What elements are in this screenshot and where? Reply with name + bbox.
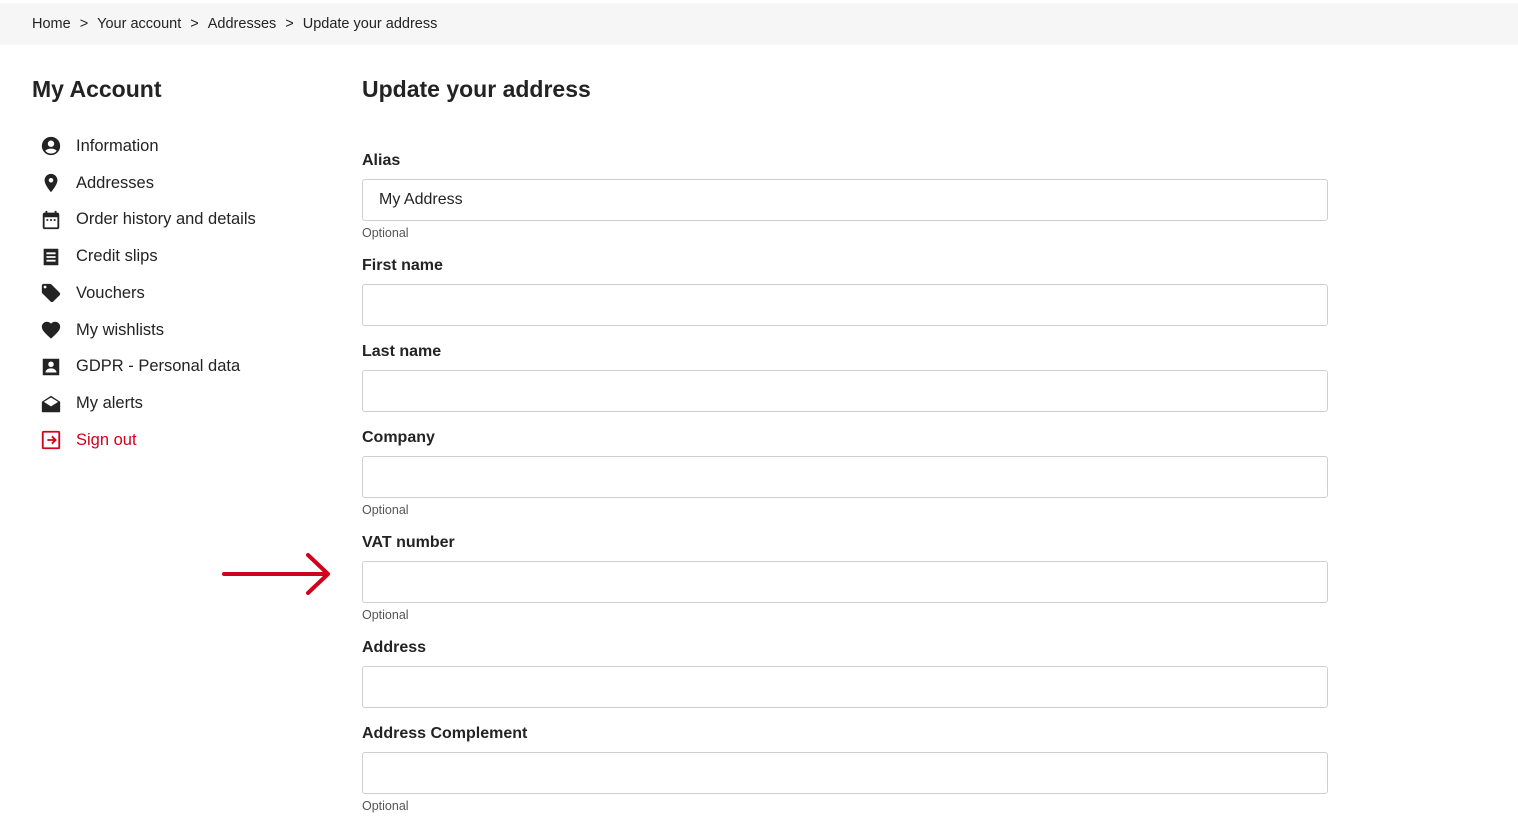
breadcrumb-addresses[interactable]: Addresses xyxy=(208,16,277,32)
address-complement-label: Address Complement xyxy=(362,725,528,742)
address-complement-field[interactable] xyxy=(362,752,1328,794)
sidebar-nav: Information Addresses Order history and … xyxy=(40,128,256,459)
sidebar-item-vouchers[interactable]: Vouchers xyxy=(40,275,256,312)
breadcrumb-separator: > xyxy=(79,16,89,32)
calendar-icon xyxy=(40,209,62,231)
sidebar-item-label: My alerts xyxy=(76,394,143,413)
address-field[interactable] xyxy=(362,666,1328,708)
red-arrow-icon xyxy=(222,552,334,601)
breadcrumb: Home > Your account > Addresses > Update… xyxy=(0,3,1518,45)
sidebar-item-gdpr[interactable]: GDPR - Personal data xyxy=(40,349,256,386)
first-name-field[interactable] xyxy=(362,284,1328,326)
sidebar-item-sign-out[interactable]: Sign out xyxy=(40,422,256,459)
sidebar-item-wishlists[interactable]: My wishlists xyxy=(40,312,256,349)
address-complement-hint: Optional xyxy=(362,799,409,813)
sidebar-item-label: My wishlists xyxy=(76,320,165,339)
last-name-label: Last name xyxy=(362,343,442,360)
page-title: Update your address xyxy=(362,76,591,102)
sidebar-item-label: Addresses xyxy=(76,173,154,192)
alias-field[interactable] xyxy=(362,179,1328,221)
envelope-open-icon xyxy=(40,393,62,415)
company-label: Company xyxy=(362,429,435,446)
breadcrumb-home[interactable]: Home xyxy=(32,16,71,32)
address-label: Address xyxy=(362,639,427,656)
breadcrumb-current: Update your address xyxy=(302,16,438,32)
sidebar-title: My Account xyxy=(32,76,162,102)
sidebar-item-label: Order history and details xyxy=(76,210,256,229)
sidebar-item-label: Information xyxy=(76,136,159,155)
sidebar-item-information[interactable]: Information xyxy=(40,128,256,165)
sidebar-item-addresses[interactable]: Addresses xyxy=(40,165,256,202)
sidebar-item-credit-slips[interactable]: Credit slips xyxy=(40,238,256,275)
heart-icon xyxy=(40,319,62,341)
map-pin-icon xyxy=(40,172,62,194)
sidebar-item-order-history[interactable]: Order history and details xyxy=(40,202,256,239)
company-hint: Optional xyxy=(362,503,409,517)
alias-label: Alias xyxy=(362,152,401,169)
alias-hint: Optional xyxy=(362,226,409,240)
breadcrumb-your-account[interactable]: Your account xyxy=(97,16,181,32)
company-field[interactable] xyxy=(362,456,1328,498)
sidebar-item-label: Sign out xyxy=(76,430,137,449)
vat-number-hint: Optional xyxy=(362,608,409,622)
receipt-icon xyxy=(40,246,62,268)
sidebar-item-label: Vouchers xyxy=(76,283,145,302)
sidebar-item-label: GDPR - Personal data xyxy=(76,357,241,376)
sidebar-item-label: Credit slips xyxy=(76,247,158,266)
vat-number-label: VAT number xyxy=(362,534,455,551)
last-name-field[interactable] xyxy=(362,370,1328,412)
breadcrumb-separator: > xyxy=(285,16,294,32)
first-name-label: First name xyxy=(362,257,443,274)
user-circle-icon xyxy=(40,135,62,157)
vat-number-field[interactable] xyxy=(362,561,1328,603)
tag-icon xyxy=(40,282,62,304)
sidebar-item-alerts[interactable]: My alerts xyxy=(40,385,256,422)
breadcrumb-separator: > xyxy=(190,16,199,32)
sign-out-icon xyxy=(40,429,62,451)
id-card-icon xyxy=(40,356,62,378)
